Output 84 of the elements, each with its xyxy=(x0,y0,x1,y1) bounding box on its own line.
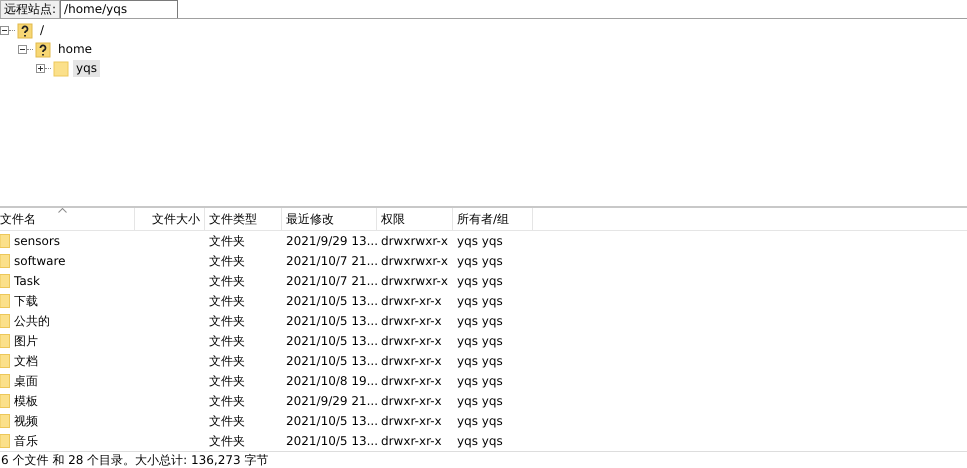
table-cell-text: 2021/9/29 13... xyxy=(285,233,377,250)
table-cell-text: drwxr-xr-x xyxy=(380,393,443,410)
question-folder-icon xyxy=(35,42,51,58)
table-cell-text: 2021/10/7 21... xyxy=(285,253,377,270)
table-cell-text: drwxr-xr-x xyxy=(380,293,443,310)
column-header[interactable]: 文件大小 xyxy=(135,208,205,230)
expand-icon[interactable] xyxy=(36,64,45,73)
folder-icon xyxy=(0,414,10,428)
table-cell-text: yqs yqs xyxy=(456,433,504,450)
table-cell-text: 2021/10/7 21... xyxy=(285,273,377,290)
table-cell-text: yqs yqs xyxy=(456,293,504,310)
file-name[interactable]: 桌面 xyxy=(14,371,38,391)
table-cell-text: drwxrwxr-x xyxy=(380,253,449,270)
tree-item[interactable]: home xyxy=(55,41,96,58)
table-cell-text: drwxr-xr-x xyxy=(380,353,443,370)
column-header[interactable]: 文件类型 xyxy=(205,208,282,230)
table-cell-text: yqs yqs xyxy=(456,253,504,270)
folder-icon xyxy=(0,354,10,368)
table-cell-text: yqs yqs xyxy=(456,313,504,330)
table-cell-text: 文件夹 xyxy=(208,333,246,350)
question-folder-icon xyxy=(17,22,33,38)
table-cell-text: 2021/10/8 19... xyxy=(285,373,377,390)
folder-icon xyxy=(0,254,10,268)
table-cell-text: 2021/9/29 21... xyxy=(285,393,377,410)
table-cell-text: drwxr-xr-x xyxy=(380,333,443,350)
file-name[interactable]: sensors xyxy=(14,231,60,251)
folder-icon xyxy=(0,294,10,308)
table-cell-text: yqs yqs xyxy=(456,393,504,410)
file-name[interactable]: 图片 xyxy=(14,331,38,351)
tree-item[interactable]: yqs xyxy=(73,60,100,77)
file-name[interactable]: 文档 xyxy=(14,351,38,371)
folder-icon xyxy=(0,314,10,328)
file-name[interactable]: 公共的 xyxy=(14,311,50,331)
folder-icon xyxy=(0,374,10,388)
table-cell-text: 文件夹 xyxy=(208,373,246,390)
tree-item[interactable]: / xyxy=(37,22,48,39)
table-cell-text: 2021/10/5 13... xyxy=(285,413,377,430)
column-header[interactable]: 文件名 xyxy=(0,208,135,230)
table-cell-text: drwxr-xr-x xyxy=(380,313,443,330)
file-name[interactable]: 音乐 xyxy=(14,431,38,451)
table-cell-text: yqs yqs xyxy=(456,373,504,390)
column-header[interactable]: 最近修改 xyxy=(282,208,377,230)
collapse-icon[interactable] xyxy=(0,26,9,35)
file-name[interactable]: 视频 xyxy=(14,411,38,431)
file-name[interactable]: 下载 xyxy=(14,291,38,311)
path-field[interactable]: /home/yqs xyxy=(60,0,178,18)
table-cell-text: drwxr-xr-x xyxy=(380,413,443,430)
column-header[interactable]: 所有者/组 xyxy=(453,208,533,230)
file-name[interactable]: software xyxy=(14,251,66,271)
folder-icon xyxy=(0,434,10,448)
table-cell-text: 文件夹 xyxy=(208,233,246,250)
table-cell-text: 2021/10/5 13... xyxy=(285,433,377,450)
table-cell-text: 文件夹 xyxy=(208,353,246,370)
folder-icon xyxy=(53,60,69,76)
table-cell-text: yqs yqs xyxy=(456,233,504,250)
table-cell-text: 文件夹 xyxy=(208,273,246,290)
status-bar: 6 个文件 和 28 个目录。大小总计: 136,273 字节 xyxy=(0,451,967,468)
table-cell-text: yqs yqs xyxy=(456,333,504,350)
table-cell-text: 2021/10/5 13... xyxy=(285,333,377,350)
table-cell-text: 文件夹 xyxy=(208,413,246,430)
table-cell-text: 2021/10/5 13... xyxy=(285,313,377,330)
table-cell-text: 文件夹 xyxy=(208,313,246,330)
folder-icon xyxy=(0,274,10,288)
folder-icon xyxy=(0,334,10,348)
table-cell-text: drwxr-xr-x xyxy=(380,373,443,390)
table-cell-text: drwxr-xr-x xyxy=(380,433,443,450)
folder-icon xyxy=(0,234,10,248)
table-cell-text: 2021/10/5 13... xyxy=(285,293,377,310)
column-header[interactable]: 权限 xyxy=(377,208,453,230)
table-cell-text: 文件夹 xyxy=(208,393,246,410)
collapse-icon[interactable] xyxy=(18,45,27,54)
table-cell-text: 文件夹 xyxy=(208,433,246,450)
table-cell-text: 文件夹 xyxy=(208,293,246,310)
file-name[interactable]: Task xyxy=(14,271,40,291)
table-cell-text: drwxrwxr-x xyxy=(380,233,449,250)
folder-icon xyxy=(0,394,10,408)
table-cell-text: yqs yqs xyxy=(456,413,504,430)
table-cell-text: 2021/10/5 13... xyxy=(285,353,377,370)
table-cell-text: yqs yqs xyxy=(456,273,504,290)
table-cell-text: 文件夹 xyxy=(208,253,246,270)
file-name[interactable]: 模板 xyxy=(14,391,38,411)
remote-site-label: 远程站点: xyxy=(0,0,60,18)
table-cell-text: drwxrwxr-x xyxy=(380,273,449,290)
table-cell-text: yqs yqs xyxy=(456,353,504,370)
